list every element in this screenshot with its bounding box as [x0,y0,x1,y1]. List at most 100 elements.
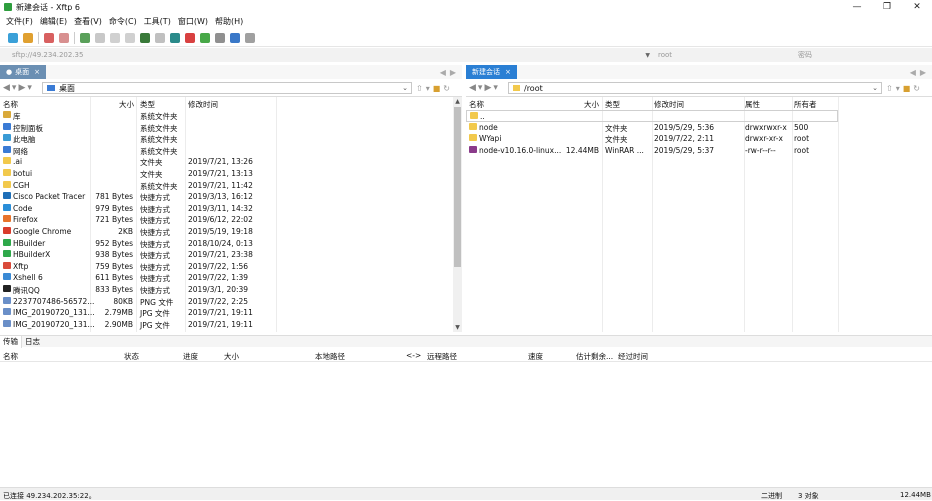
chevron-down-icon[interactable]: ▾ [493,83,498,93]
transfer-column-local-path[interactable]: 本地路径 [315,351,345,362]
transfer-column-eta[interactable]: 估计剩余... [576,351,613,362]
file-row[interactable]: 此电脑 系统文件夹 [0,133,462,145]
reconnect-icon[interactable] [59,32,69,43]
file-row[interactable]: botui 文件夹 2019/7/21, 13:13 [0,168,462,180]
sync-icon[interactable] [140,32,150,43]
file-row[interactable]: IMG_20190720_131... 2.90MB JPG 文件 2019/7/21… [0,319,462,331]
column-modified[interactable]: 修改时间 [654,99,684,110]
transfer-icon[interactable] [80,32,90,43]
file-row[interactable]: CGH 系统文件夹 2019/7/21, 11:42 [0,180,462,192]
tab-scroll-arrows[interactable]: ◀ ▶ [440,65,456,79]
chevron-down-icon[interactable]: ▾ [478,83,483,93]
transfer-column-speed[interactable]: 速度 [528,351,543,362]
refresh-icon[interactable]: ↻ [913,84,920,93]
column-attributes[interactable]: 属性 [745,99,760,110]
arrow-up-icon[interactable]: ⇧ [416,84,423,93]
file-row[interactable]: .ai 文件夹 2019/7/21, 13:26 [0,156,462,168]
back-arrow-icon[interactable]: ◀ [469,83,476,93]
transfer-column-remote-path[interactable]: 远程路径 [427,351,457,362]
new-folder-icon[interactable]: ■ [903,84,911,93]
password-field[interactable]: 密码 [798,50,928,60]
file-row[interactable]: HBuilderX 938 Bytes 快捷方式 2019/7/21, 23:38 [0,249,462,261]
menu-window[interactable]: 窗口(W) [178,16,208,27]
tab-log[interactable]: 日志 [22,336,43,348]
close-window-button[interactable]: ✕ [902,0,932,14]
refresh-icon[interactable]: ↻ [443,84,450,93]
file-row[interactable]: 2237707486-56572... 80KB PNG 文件 2019/7/22, … [0,296,462,308]
close-icon[interactable]: × [34,68,40,76]
tab-scroll-arrows[interactable]: ◀ ▶ [910,65,926,79]
open-folder-icon[interactable] [23,32,33,43]
chevron-down-icon[interactable]: ⌄ [872,84,878,92]
new-session-icon[interactable] [8,32,18,43]
menu-command[interactable]: 命令(C) [109,16,137,27]
chevron-down-icon[interactable]: ▾ [896,84,900,93]
back-arrow-icon[interactable]: ◀ [3,83,10,93]
chat-icon[interactable] [245,32,255,43]
column-modified[interactable]: 修改时间 [188,99,218,110]
column-name[interactable]: 名称 [469,99,484,110]
transfer-column-elapsed[interactable]: 经过时间 [618,351,648,362]
transfer-column-status[interactable]: 状态 [124,351,139,362]
left-path-input[interactable]: 桌面 ⌄ [42,82,412,94]
chevron-down-icon[interactable]: ▼ [645,52,650,59]
menu-file[interactable]: 文件(F) [6,16,33,27]
file-row[interactable]: Google Chrome 2KB 快捷方式 2019/5/19, 19:18 [0,226,462,238]
file-row[interactable]: 网络 系统文件夹 [0,145,462,157]
column-type[interactable]: 类型 [605,99,620,110]
parent-directory-row[interactable]: .. [466,110,838,122]
file-row[interactable]: WYapi 文件夹 2019/7/22, 2:11 drwxr-xr-x root [466,133,932,145]
local-vertical-scrollbar[interactable]: ▲ ▼ [453,97,462,332]
paste-icon[interactable] [125,32,135,43]
column-size[interactable]: 大小 [584,99,599,110]
menu-edit[interactable]: 编辑(E) [40,16,67,27]
tab-transfer[interactable]: 传输 [0,335,22,348]
file-row[interactable]: Firefox 721 Bytes 快捷方式 2019/6/12, 22:02 [0,214,462,226]
file-row[interactable]: node 文件夹 2019/5/29, 5:36 drwxrwxr-x 500 [466,122,932,134]
minimize-button[interactable]: — [842,0,872,14]
file-row[interactable]: Xshell 6 611 Bytes 快捷方式 2019/7/22, 1:39 [0,272,462,284]
view-icon[interactable] [95,32,105,43]
gear-icon[interactable] [215,32,225,43]
menu-tools[interactable]: 工具(T) [144,16,171,27]
close-icon[interactable]: × [505,68,511,76]
column-type[interactable]: 类型 [140,99,155,110]
forward-arrow-icon[interactable]: ▶ [484,83,491,93]
refresh-icon[interactable] [155,32,165,43]
forward-arrow-icon[interactable]: ▶ [18,83,25,93]
column-size[interactable]: 大小 [119,99,134,110]
scroll-thumb[interactable] [454,107,461,267]
maximize-button[interactable]: ❐ [872,0,902,14]
file-row[interactable]: node-v10.16.0-linux... 12.44MB WinRAR ... 2… [466,145,932,157]
file-row[interactable]: Cisco Packet Tracer 781 Bytes 快捷方式 2019/3/1… [0,191,462,203]
chevron-down-icon[interactable]: ▾ [27,83,32,93]
column-owner[interactable]: 所有者 [794,99,817,110]
scroll-down-icon[interactable]: ▼ [453,324,462,332]
copy-icon[interactable] [110,32,120,43]
menu-help[interactable]: 帮助(H) [215,16,243,27]
globe-icon[interactable] [170,32,180,43]
host-field[interactable]: sftp://49.234.202.35 ▼ [12,50,650,60]
tab-new-session[interactable]: 新建会话 × [466,65,517,79]
file-row[interactable]: 腾讯QQ 833 Bytes 快捷方式 2019/3/1, 20:39 [0,284,462,296]
transfer-column-progress[interactable]: 进度 [183,351,198,362]
file-row[interactable]: 库 系统文件夹 [0,110,462,122]
xftp-icon[interactable] [200,32,210,43]
tab-desktop[interactable]: ● 桌面 × [0,65,46,79]
transfer-column-name[interactable]: 名称 [3,351,18,362]
disconnect-icon[interactable] [44,32,54,43]
scroll-up-icon[interactable]: ▲ [453,98,462,106]
file-row[interactable]: IMG_20190720_131... 2.79MB JPG 文件 2019/7/21… [0,307,462,319]
username-field[interactable]: root [658,50,788,60]
right-path-input[interactable]: /root ⌄ [508,82,882,94]
file-row[interactable]: HBuilder 952 Bytes 快捷方式 2018/10/24, 0:13 [0,238,462,250]
transfer-column-size[interactable]: 大小 [224,351,239,362]
new-folder-icon[interactable]: ■ [433,84,441,93]
column-name[interactable]: 名称 [3,99,18,110]
xshell-icon[interactable] [185,32,195,43]
file-row[interactable]: 控制面板 系统文件夹 [0,122,462,134]
chevron-down-icon[interactable]: ▾ [12,83,17,93]
file-row[interactable]: Code 979 Bytes 快捷方式 2019/3/11, 14:32 [0,203,462,215]
help-icon[interactable] [230,32,240,43]
menu-view[interactable]: 查看(V) [74,16,102,27]
